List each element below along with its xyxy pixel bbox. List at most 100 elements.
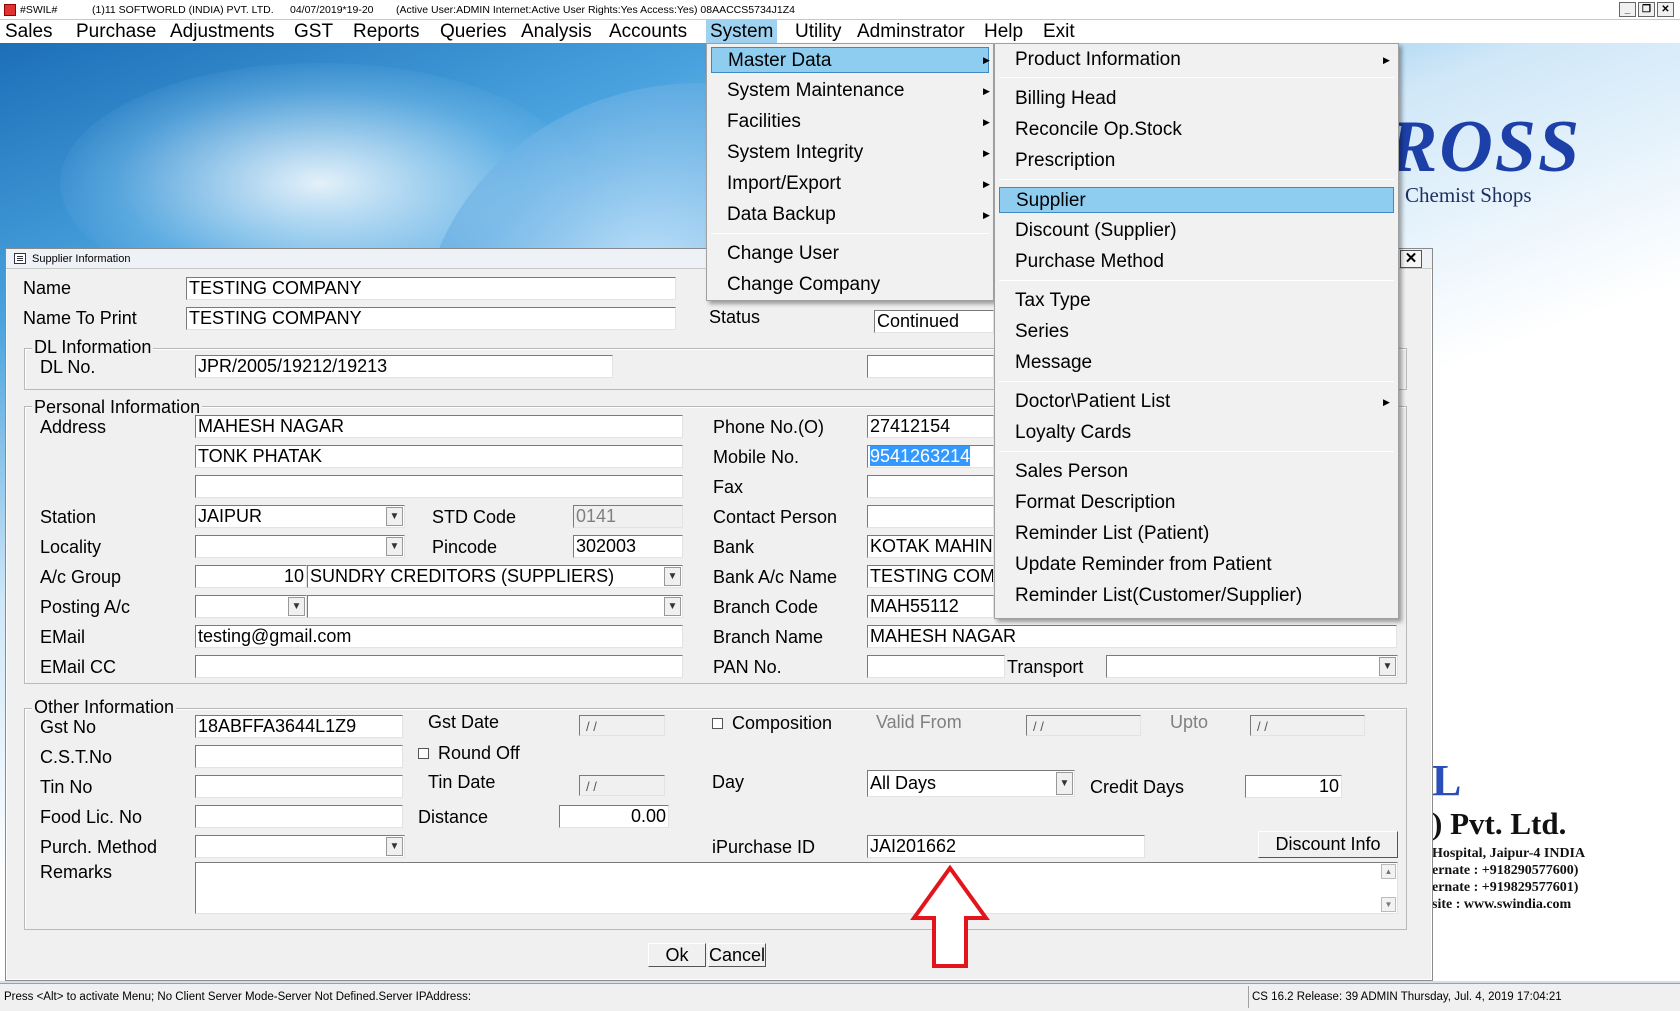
menu-item-label: Reminder List (Patient) (1015, 523, 1210, 544)
menu-item-label: Change Company (727, 274, 881, 295)
company-name-banner: ) Pvt. Ltd. (1432, 806, 1567, 841)
menu-separator (999, 77, 1394, 78)
menu-item-label: Message (1015, 352, 1093, 373)
submenu-arrow-icon: ▶ (983, 179, 990, 189)
menu-item-label: Sales Person (1015, 461, 1129, 482)
menu-item-data-backup[interactable]: Data Backup (711, 202, 989, 228)
menu-item-prescription[interactable]: Prescription (999, 148, 1394, 174)
menu-system[interactable]: System (706, 20, 778, 43)
menu-adjustments[interactable]: Adjustments (166, 20, 279, 43)
menu-separator (711, 233, 989, 234)
submenu-arrow-icon: ▶ (983, 117, 990, 127)
menu-item-system-integrity[interactable]: System Integrity (711, 140, 989, 166)
menu-item-label: System Maintenance (727, 80, 905, 101)
menu-item-discount-supplier[interactable]: Discount (Supplier) (999, 218, 1394, 244)
menu-item-change-user[interactable]: Change User (711, 241, 989, 267)
menu-help[interactable]: Help (980, 20, 1027, 43)
restore-button[interactable]: ❐ (1638, 2, 1655, 17)
menu-sales[interactable]: Sales (1, 20, 57, 43)
brand-tagline: Chemist Shops (1405, 183, 1532, 207)
minimize-button[interactable]: _ (1619, 2, 1636, 17)
submenu-arrow-icon: ▶ (983, 210, 990, 220)
menu-item-label: Import/Export (727, 173, 842, 194)
brand-letter: L (1432, 756, 1462, 805)
menu-item-label: Tax Type (1015, 290, 1091, 311)
company-title: (1)11 SOFTWORLD (INDIA) PVT. LTD. (92, 4, 274, 16)
dialog-icon (14, 253, 26, 264)
menu-separator (999, 381, 1394, 382)
app-icon (4, 4, 16, 16)
menu-item-label: Discount (Supplier) (1015, 220, 1177, 241)
status-message: Press <Alt> to activate Menu; No Client … (4, 991, 472, 1003)
window-titlebar: #SWIL# (1)11 SOFTWORLD (INDIA) PVT. LTD.… (0, 0, 1680, 20)
menu-item-facilities[interactable]: Facilities (711, 109, 989, 135)
menu-gst[interactable]: GST (290, 20, 337, 43)
menu-adminstrator[interactable]: Adminstrator (853, 20, 969, 43)
submenu-arrow-icon: ▶ (983, 55, 990, 65)
menu-separator (999, 179, 1394, 180)
menu-item-change-company[interactable]: Change Company (711, 272, 989, 298)
menu-item-product-information[interactable]: Product Information (999, 47, 1394, 73)
menu-item-update-reminder[interactable]: Update Reminder from Patient (999, 552, 1394, 578)
menu-exit[interactable]: Exit (1039, 20, 1079, 43)
period-title: 04/07/2019*19-20 (290, 4, 374, 16)
menu-separator (999, 280, 1394, 281)
menu-purchase[interactable]: Purchase (72, 20, 160, 43)
session-status: (Active User:ADMIN Internet:Active User … (396, 4, 795, 16)
menu-item-reminder-list-patient[interactable]: Reminder List (Patient) (999, 521, 1394, 547)
company-website: site : www.swindia.com (1432, 897, 1572, 912)
menu-item-reminder-list-customer-supplier[interactable]: Reminder List(Customer/Supplier) (999, 583, 1394, 609)
menu-item-billing-head[interactable]: Billing Head (999, 86, 1394, 112)
dialog-close-button[interactable]: ✕ (1400, 250, 1422, 268)
company-address: Hospital, Jaipur-4 INDIA (1432, 846, 1586, 861)
status-bar: Press <Alt> to activate Menu; No Client … (0, 983, 1680, 1011)
menu-item-label: Doctor\Patient List (1015, 391, 1171, 412)
menu-item-import-export[interactable]: Import/Export (711, 171, 989, 197)
menu-item-reconcile-op-stock[interactable]: Reconcile Op.Stock (999, 117, 1394, 143)
menu-item-label: Loyalty Cards (1015, 422, 1132, 443)
main-menubar: Sales Purchase Adjustments GST Reports Q… (0, 20, 1680, 43)
menu-item-label: Product Information (1015, 49, 1181, 70)
menu-item-supplier[interactable]: Supplier (999, 187, 1394, 213)
system-dropdown-menu: Master Data ▶ System Maintenance ▶ Facil… (706, 43, 994, 301)
brand-logo-text: ROSS (1388, 106, 1582, 188)
app-code: #SWIL# (20, 4, 58, 16)
submenu-arrow-icon: ▶ (983, 148, 990, 158)
menu-item-label: Update Reminder from Patient (1015, 554, 1272, 575)
close-window-button[interactable]: ✕ (1657, 2, 1674, 17)
menu-item-label: Master Data (728, 50, 832, 71)
company-phone-2: ernate : +919829577601) (1432, 880, 1579, 895)
menu-queries[interactable]: Queries (436, 20, 511, 43)
menu-item-message[interactable]: Message (999, 350, 1394, 376)
menu-item-label: Billing Head (1015, 88, 1117, 109)
menu-item-label: System Integrity (727, 142, 864, 163)
menu-item-doctor-patient-list[interactable]: Doctor\Patient List (999, 389, 1394, 415)
menu-item-master-data[interactable]: Master Data (711, 47, 989, 73)
menu-item-purchase-method[interactable]: Purchase Method (999, 249, 1394, 275)
menu-item-label: Data Backup (727, 204, 836, 225)
menu-item-format-description[interactable]: Format Description (999, 490, 1394, 516)
menu-accounts[interactable]: Accounts (605, 20, 691, 43)
menu-item-label: Facilities (727, 111, 801, 132)
menu-item-sales-person[interactable]: Sales Person (999, 459, 1394, 485)
company-phone-1: ernate : +918290577600) (1432, 863, 1579, 878)
menu-item-tax-type[interactable]: Tax Type (999, 288, 1394, 314)
menu-utility[interactable]: Utility (791, 20, 845, 43)
menu-analysis[interactable]: Analysis (517, 20, 596, 43)
menu-item-system-maintenance[interactable]: System Maintenance (711, 78, 989, 104)
menu-item-label: Reconcile Op.Stock (1015, 119, 1182, 140)
menu-item-label: Reminder List(Customer/Supplier) (1015, 585, 1303, 606)
status-version-datetime: CS 16.2 Release: 39 ADMIN Thursday, Jul.… (1248, 986, 1562, 1008)
menu-item-loyalty-cards[interactable]: Loyalty Cards (999, 420, 1394, 446)
menu-item-series[interactable]: Series (999, 319, 1394, 345)
menu-item-label: Prescription (1015, 150, 1116, 171)
menu-item-label: Change User (727, 243, 839, 264)
submenu-arrow-icon: ▶ (983, 86, 990, 96)
menu-separator (999, 451, 1394, 452)
master-data-submenu: Product Information ▶ Billing Head Recon… (994, 43, 1399, 619)
submenu-arrow-icon: ▶ (1383, 397, 1390, 407)
submenu-arrow-icon: ▶ (1383, 55, 1390, 65)
menu-reports[interactable]: Reports (349, 20, 424, 43)
menu-item-label: Series (1015, 321, 1069, 342)
annotation-up-arrow-icon (910, 864, 990, 968)
